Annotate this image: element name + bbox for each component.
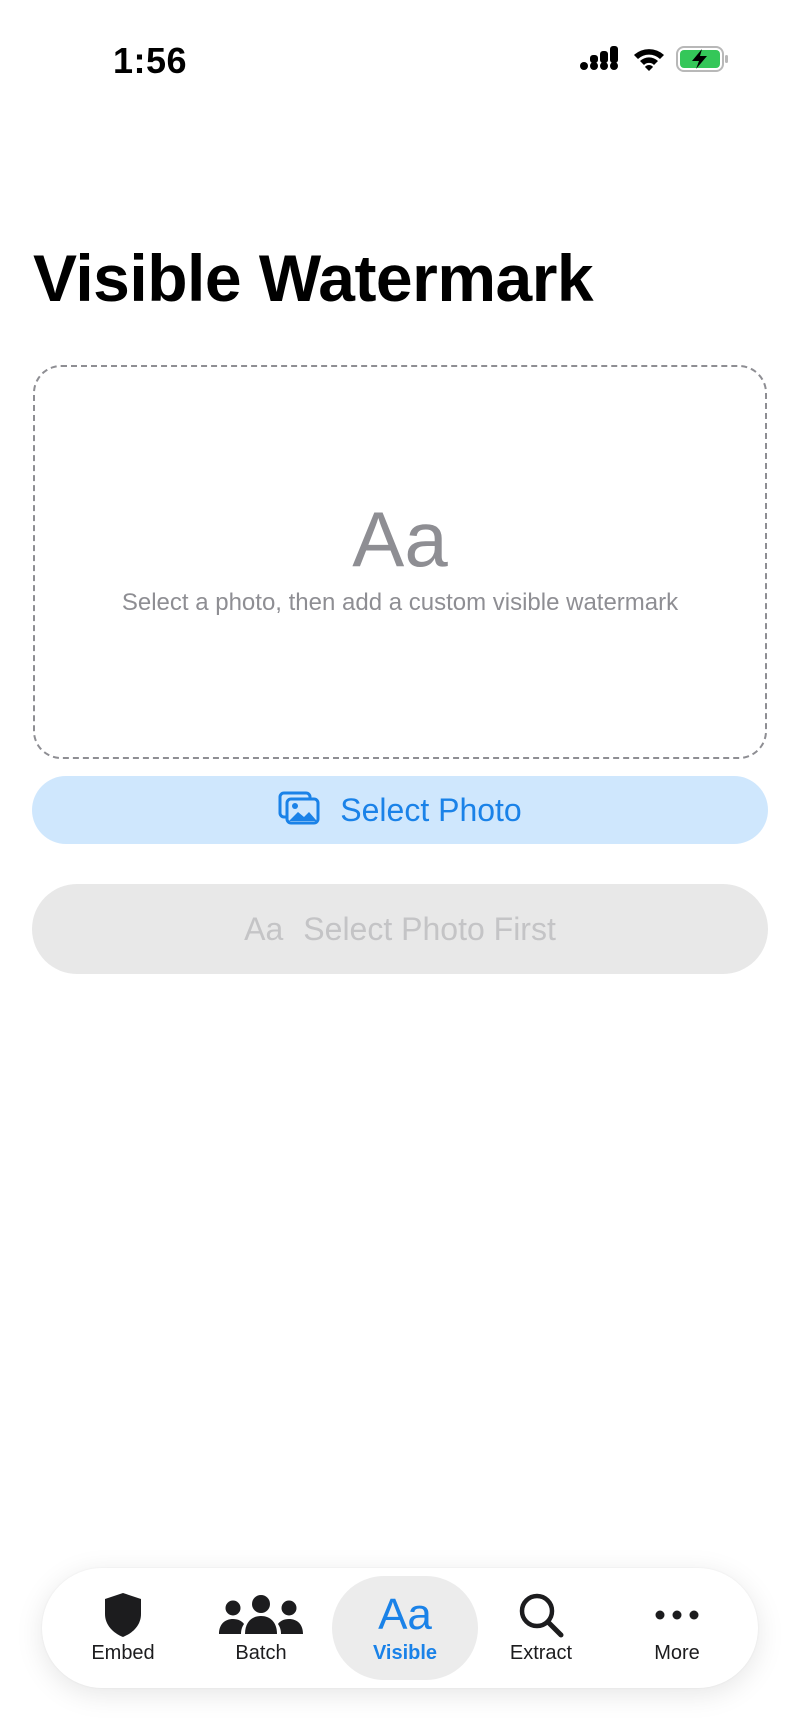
tab-extract-label: Extract bbox=[509, 1642, 573, 1664]
tab-batch-label: Batch bbox=[235, 1642, 287, 1664]
add-watermark-label: Select Photo First bbox=[303, 910, 556, 947]
page-title: Visible Watermark bbox=[33, 241, 594, 315]
tab-embed-label: Embed bbox=[91, 1642, 155, 1664]
photo-stack-icon bbox=[278, 791, 320, 830]
text-aa-icon: Aa bbox=[352, 495, 448, 583]
magnifying-glass-icon bbox=[468, 1590, 614, 1640]
shield-icon bbox=[50, 1590, 196, 1640]
add-watermark-button[interactable]: Aa Select Photo First bbox=[32, 884, 768, 974]
people-group-icon bbox=[188, 1590, 334, 1640]
status-icons bbox=[580, 46, 730, 77]
tab-more[interactable]: More bbox=[604, 1576, 750, 1680]
drop-zone-hint: Select a photo, then add a custom visibl… bbox=[121, 589, 679, 616]
tab-batch[interactable]: Batch bbox=[188, 1576, 334, 1680]
battery-charging-icon bbox=[676, 46, 730, 77]
status-time: 1:56 bbox=[113, 40, 188, 81]
select-photo-label: Select Photo bbox=[340, 791, 522, 828]
tab-more-label: More bbox=[654, 1642, 700, 1664]
wifi-icon bbox=[632, 46, 666, 77]
text-aa-icon: Aa bbox=[332, 1590, 478, 1640]
tab-embed[interactable]: Embed bbox=[50, 1576, 196, 1680]
tab-visible[interactable]: Aa Visible bbox=[332, 1576, 478, 1680]
photo-drop-zone[interactable]: Aa Select a photo, then add a custom vis… bbox=[33, 365, 767, 759]
status-bar: 1:56 bbox=[0, 0, 800, 130]
text-aa-icon: Aa bbox=[244, 910, 284, 947]
tab-visible-label: Visible bbox=[372, 1642, 438, 1664]
home-indicator bbox=[0, 1700, 800, 1731]
cellular-signal-icon bbox=[580, 46, 622, 77]
tab-visible-glyph: Aa bbox=[378, 1590, 432, 1639]
select-photo-button[interactable]: Select Photo bbox=[32, 776, 768, 844]
ellipsis-icon bbox=[604, 1590, 750, 1640]
tab-extract[interactable]: Extract bbox=[468, 1576, 614, 1680]
tab-bar: Embed Batch Aa Visible Extract More bbox=[42, 1568, 758, 1688]
